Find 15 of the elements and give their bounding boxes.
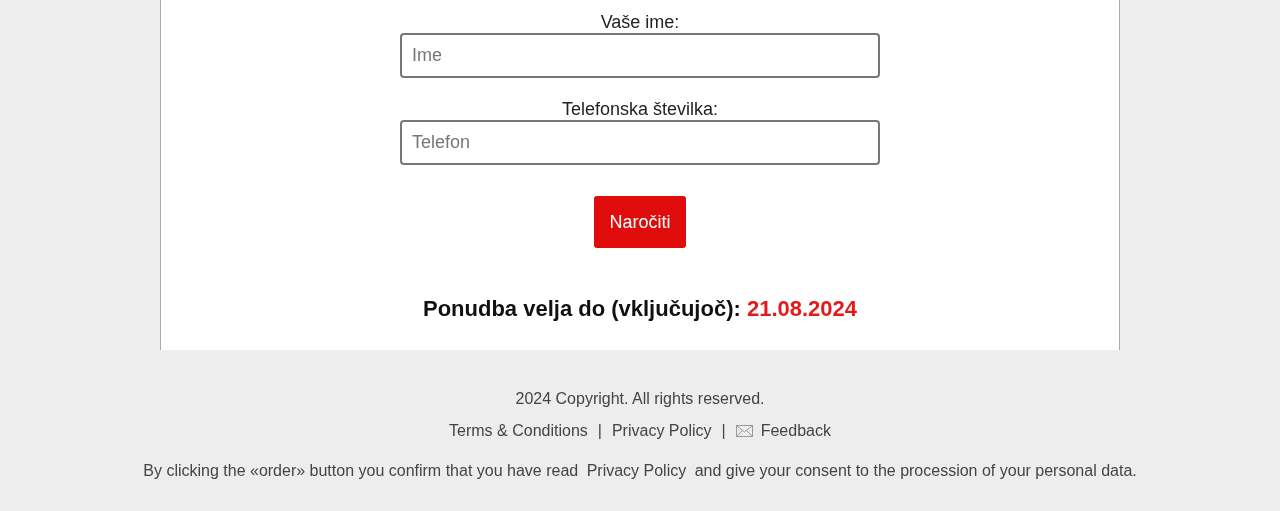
- consent-text: By clicking the «order» button you confirm that you have read Privacy Policy and give your consent to the procession of your personal data.: [143, 461, 1137, 481]
- input-field[interactable]: Telefon: [400, 120, 880, 165]
- field-label: Telefonska številka:: [561, 98, 719, 120]
- offer-text: Ponudba velja do (vključujoč): 21.08.2024: [422, 295, 858, 323]
- footer-link[interactable]: Privacy Policy: [611, 419, 712, 443]
- footer-link[interactable]: Terms & Conditions: [449, 419, 588, 443]
- copyright-text: 2024 Copyright. All rights reserved.: [515, 389, 765, 409]
- input-field[interactable]: Ime: [400, 33, 880, 78]
- privacy-link[interactable]: Privacy Policy: [582, 462, 691, 479]
- feedback-link[interactable]: Feedback: [735, 419, 831, 443]
- envelope-icon: [735, 425, 753, 437]
- separator: |: [597, 421, 602, 441]
- field-label: Vaše ime:: [600, 11, 680, 33]
- order-button[interactable]: Naročiti: [594, 196, 686, 248]
- separator: |: [721, 421, 726, 441]
